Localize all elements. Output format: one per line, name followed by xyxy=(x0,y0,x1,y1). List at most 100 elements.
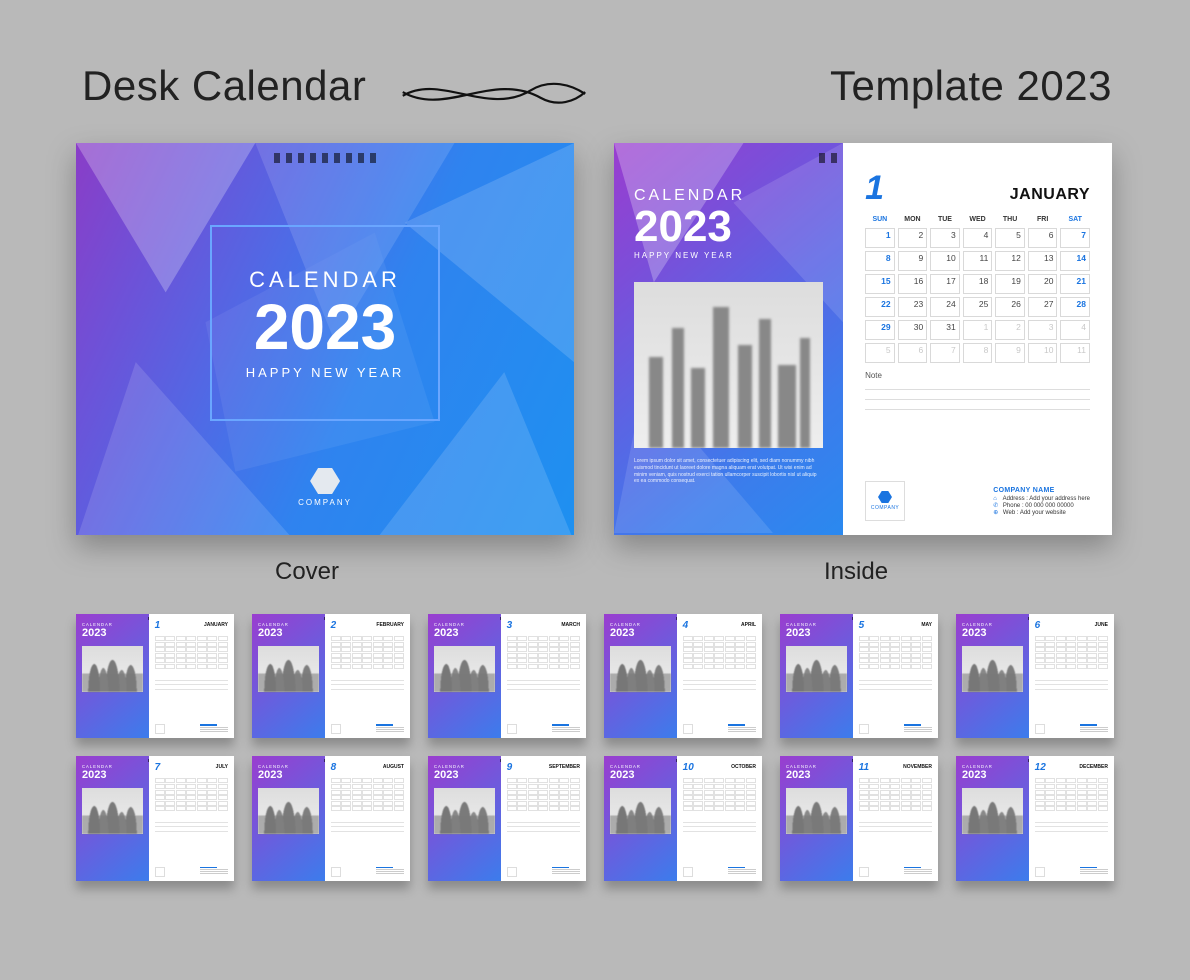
thumb-month-name: JUNE xyxy=(1095,622,1108,628)
cover-year: 2023 xyxy=(254,295,396,359)
thumb-month-name: FEBRUARY xyxy=(376,622,404,628)
date-cell: 2 xyxy=(898,228,928,248)
month-header: 1 JANUARY xyxy=(865,169,1090,208)
photo-placeholder xyxy=(610,646,671,692)
thumb-footer-company xyxy=(904,724,932,734)
date-cell: 17 xyxy=(930,274,960,294)
thumb-footer-logo xyxy=(1035,867,1045,877)
thumb-year: 2023 xyxy=(434,769,458,781)
month-thumbnail: CALENDAR20232FEBRUARY xyxy=(252,614,410,738)
thumb-year: 2023 xyxy=(786,627,810,639)
title-right: Template 2023 xyxy=(830,62,1112,110)
inside-panel: CALENDAR 2023 HAPPY NEW YEAR Lorem ipsum… xyxy=(614,143,1112,535)
thumb-year: 2023 xyxy=(610,769,634,781)
spiral-binding-icon xyxy=(274,153,376,163)
month-thumbnail: CALENDAR20239SEPTEMBER xyxy=(428,756,586,880)
thumb-footer-company xyxy=(1080,867,1108,877)
month-thumbnail: CALENDAR202312DECEMBER xyxy=(956,756,1114,880)
thumb-grid xyxy=(155,778,228,811)
thumb-right: 4APRIL xyxy=(677,614,762,738)
photo-placeholder xyxy=(82,788,143,834)
thumb-year: 2023 xyxy=(258,627,282,639)
weekday-cell: THU xyxy=(995,214,1025,225)
thumb-year: 2023 xyxy=(962,627,986,639)
date-cell: 9 xyxy=(898,251,928,271)
thumb-year: 2023 xyxy=(962,769,986,781)
calendar-grid: 1234567891011121314151617181920212223242… xyxy=(865,228,1090,363)
cover-logo: COMPANY xyxy=(298,468,352,507)
thumb-footer-company xyxy=(200,724,228,734)
date-cell: 6 xyxy=(898,343,928,363)
thumb-footer-logo xyxy=(331,867,341,877)
date-cell: 21 xyxy=(1060,274,1090,294)
thumb-month-name: DECEMBER xyxy=(1079,764,1108,770)
thumb-card: CALENDAR20237JULY xyxy=(76,756,234,880)
thumb-note-lines xyxy=(859,676,932,690)
thumb-footer-logo xyxy=(859,867,869,877)
thumb-card: CALENDAR202312DECEMBER xyxy=(956,756,1114,880)
inside-left-column: CALENDAR 2023 HAPPY NEW YEAR Lorem ipsum… xyxy=(614,143,843,535)
thumb-footer-company xyxy=(200,867,228,877)
thumb-left: CALENDAR2023 xyxy=(252,614,325,738)
phone-icon: ✆ xyxy=(993,502,1001,509)
weekday-header-row: SUNMONTUEWEDTHUFRISAT xyxy=(865,214,1090,225)
date-cell: 19 xyxy=(995,274,1025,294)
thumb-left: CALENDAR2023 xyxy=(780,614,853,738)
date-cell: 5 xyxy=(995,228,1025,248)
date-cell: 3 xyxy=(1028,320,1058,340)
thumb-note-lines xyxy=(683,676,756,690)
thumb-left: CALENDAR2023 xyxy=(428,614,501,738)
date-cell: 9 xyxy=(995,343,1025,363)
date-cell: 22 xyxy=(865,297,895,317)
thumb-right: 1JANUARY xyxy=(149,614,234,738)
thumb-right: 9SEPTEMBER xyxy=(501,756,586,880)
thumb-footer-logo xyxy=(859,724,869,734)
thumb-grid xyxy=(683,636,756,669)
thumb-note-lines xyxy=(507,818,580,832)
footer-logo-box: COMPANY xyxy=(865,481,905,521)
month-thumbnail: CALENDAR20231JANUARY xyxy=(76,614,234,738)
photo-placeholder xyxy=(962,788,1023,834)
month-thumbnail: CALENDAR20235MAY xyxy=(780,614,938,738)
month-thumbnail: CALENDAR20236JUNE xyxy=(956,614,1114,738)
company-info-block: COMPANY NAME ⌂ Address : Add your addres… xyxy=(993,487,1090,516)
globe-icon: ⊕ xyxy=(993,509,1001,516)
thumb-grid xyxy=(331,778,404,811)
thumb-left: CALENDAR2023 xyxy=(956,614,1029,738)
thumb-grid xyxy=(859,778,932,811)
date-cell: 27 xyxy=(1028,297,1058,317)
date-cell: 10 xyxy=(930,251,960,271)
cover-title-frame: CALENDAR 2023 HAPPY NEW YEAR xyxy=(210,225,440,421)
thumb-left: CALENDAR2023 xyxy=(604,756,677,880)
date-cell: 2 xyxy=(995,320,1025,340)
month-thumbnail: CALENDAR202310OCTOBER xyxy=(604,756,762,880)
thumb-left: CALENDAR2023 xyxy=(956,756,1029,880)
design-canvas: Desk Calendar Template 2023 CALENDAR 202… xyxy=(0,0,1190,980)
company-phone: ✆ Phone : 00 000 000 00000 xyxy=(993,502,1090,509)
date-cell: 7 xyxy=(930,343,960,363)
date-cell: 26 xyxy=(995,297,1025,317)
date-cell: 4 xyxy=(963,228,993,248)
hexagon-logo-icon xyxy=(310,468,340,494)
flourish-icon xyxy=(398,78,588,108)
thumb-right: 3MARCH xyxy=(501,614,586,738)
thumb-right: 2FEBRUARY xyxy=(325,614,410,738)
photo-placeholder xyxy=(634,282,823,448)
inside-right-column: 1 JANUARY SUNMONTUEWEDTHUFRISAT 12345678… xyxy=(843,143,1112,535)
date-cell: 16 xyxy=(898,274,928,294)
thumb-note-lines xyxy=(155,818,228,832)
weekday-cell: SAT xyxy=(1060,214,1090,225)
photo-placeholder xyxy=(258,788,319,834)
thumb-left: CALENDAR2023 xyxy=(604,614,677,738)
thumb-card: CALENDAR202310OCTOBER xyxy=(604,756,762,880)
date-cell: 24 xyxy=(930,297,960,317)
month-thumbnail: CALENDAR20238AUGUST xyxy=(252,756,410,880)
thumb-year: 2023 xyxy=(610,627,634,639)
thumb-left: CALENDAR2023 xyxy=(428,756,501,880)
thumb-month-name: OCTOBER xyxy=(731,764,756,770)
thumb-right: 5MAY xyxy=(853,614,938,738)
thumb-footer-company xyxy=(1080,724,1108,734)
thumb-note-lines xyxy=(1035,818,1108,832)
date-cell: 25 xyxy=(963,297,993,317)
thumb-footer-company xyxy=(728,867,756,877)
